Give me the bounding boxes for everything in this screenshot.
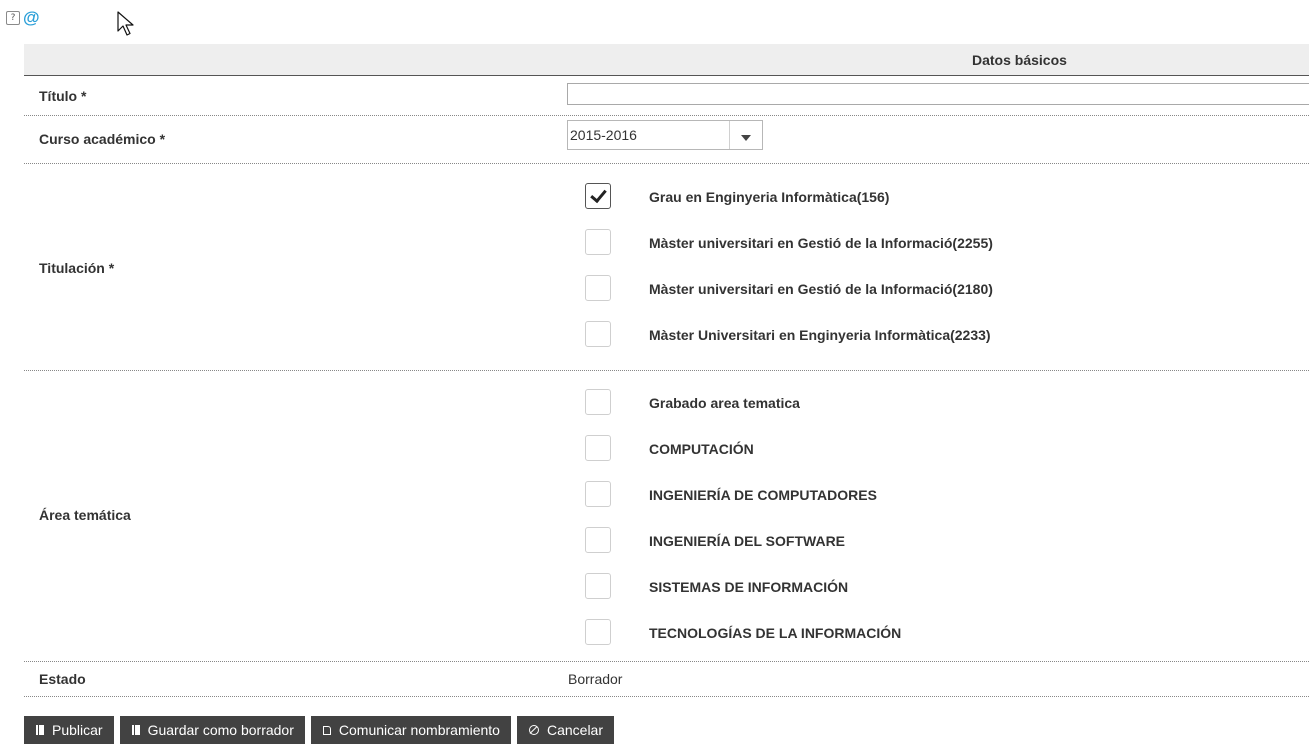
mouse-cursor-icon bbox=[117, 11, 134, 36]
titulacion-option-label: Màster universitari en Gestió de la Info… bbox=[649, 235, 993, 251]
titulo-row: Título * bbox=[24, 76, 1309, 116]
titulacion-label: Titulación * bbox=[39, 260, 115, 276]
area-option-label: Grabado area tematica bbox=[649, 395, 800, 411]
titulo-label: Título * bbox=[39, 88, 87, 104]
help-icon[interactable]: ? bbox=[6, 11, 20, 25]
titulacion-option-label: Màster Universitari en Enginyeria Inform… bbox=[649, 327, 991, 343]
chevron-down-icon[interactable] bbox=[729, 121, 762, 149]
checkbox[interactable] bbox=[585, 275, 611, 301]
checkbox[interactable] bbox=[585, 435, 611, 461]
document-icon bbox=[131, 725, 140, 735]
curso-label: Curso académico * bbox=[39, 131, 166, 147]
checkbox-checked[interactable] bbox=[585, 183, 611, 209]
comunicar-nombramiento-button-label: Comunicar nombramiento bbox=[338, 722, 500, 738]
section-title: Datos básicos bbox=[972, 52, 1067, 68]
titulo-input[interactable] bbox=[567, 83, 1309, 105]
area-row: Área temática Grabado area tematica COMP… bbox=[24, 371, 1309, 662]
checkbox[interactable] bbox=[585, 229, 611, 255]
area-option-label: SISTEMAS DE INFORMACIÓN bbox=[649, 579, 849, 595]
top-icons: ? @ bbox=[6, 9, 40, 26]
area-option[interactable]: Grabado area tematica bbox=[585, 389, 1305, 417]
area-option[interactable]: TECNOLOGÍAS DE LA INFORMACIÓN bbox=[585, 619, 1305, 647]
guardar-borrador-button-label: Guardar como borrador bbox=[147, 722, 294, 738]
comunicar-nombramiento-button[interactable]: Comunicar nombramiento bbox=[310, 716, 511, 744]
area-option[interactable]: INGENIERÍA DE COMPUTADORES bbox=[585, 481, 1305, 509]
area-option[interactable]: SISTEMAS DE INFORMACIÓN bbox=[585, 573, 1305, 601]
checkbox[interactable] bbox=[585, 573, 611, 599]
area-option-label: INGENIERÍA DE COMPUTADORES bbox=[649, 487, 877, 503]
checkbox[interactable] bbox=[585, 619, 611, 645]
section-header: Datos básicos bbox=[24, 44, 1309, 76]
cancelar-button[interactable]: Cancelar bbox=[516, 716, 614, 744]
area-option[interactable]: COMPUTACIÓN bbox=[585, 435, 1305, 463]
area-label: Área temática bbox=[39, 507, 131, 523]
area-option-label: INGENIERÍA DEL SOFTWARE bbox=[649, 533, 846, 549]
checkbox[interactable] bbox=[585, 389, 611, 415]
estado-value: Borrador bbox=[568, 671, 623, 687]
cancelar-button-label: Cancelar bbox=[546, 722, 603, 738]
publicar-button-label: Publicar bbox=[52, 722, 103, 738]
titulacion-option-label: Màster universitari en Gestió de la Info… bbox=[649, 281, 993, 297]
area-option[interactable]: INGENIERÍA DEL SOFTWARE bbox=[585, 527, 1305, 555]
estado-row: Estado Borrador bbox=[24, 662, 1309, 697]
titulacion-option[interactable]: Grau en Enginyeria Informàtica(156) bbox=[585, 183, 1305, 211]
area-option-label: COMPUTACIÓN bbox=[649, 441, 754, 457]
curso-row: Curso académico * 2015-2016 bbox=[24, 116, 1309, 164]
titulacion-option[interactable]: Màster Universitari en Enginyeria Inform… bbox=[585, 321, 1305, 349]
guardar-borrador-button[interactable]: Guardar como borrador bbox=[119, 716, 305, 744]
publicar-button[interactable]: Publicar bbox=[24, 716, 114, 744]
curso-select[interactable]: 2015-2016 bbox=[567, 120, 763, 150]
titulacion-row: Titulación * Grau en Enginyeria Informàt… bbox=[24, 164, 1309, 371]
action-buttons: Publicar Guardar como borrador Comunicar… bbox=[24, 716, 614, 744]
checkbox[interactable] bbox=[585, 321, 611, 347]
estado-label: Estado bbox=[39, 671, 86, 687]
document-icon bbox=[36, 725, 44, 735]
area-option-label: TECNOLOGÍAS DE LA INFORMACIÓN bbox=[649, 625, 902, 641]
checkbox[interactable] bbox=[585, 527, 611, 553]
page-icon bbox=[322, 725, 331, 735]
curso-select-value: 2015-2016 bbox=[570, 127, 637, 143]
ban-icon bbox=[528, 725, 539, 735]
titulacion-option[interactable]: Màster universitari en Gestió de la Info… bbox=[585, 229, 1305, 257]
datos-basicos-form: Datos básicos Título * Curso académico *… bbox=[24, 44, 1309, 697]
checkbox[interactable] bbox=[585, 481, 611, 507]
titulacion-option-label: Grau en Enginyeria Informàtica(156) bbox=[649, 189, 890, 205]
titulacion-option[interactable]: Màster universitari en Gestió de la Info… bbox=[585, 275, 1305, 303]
email-at-icon[interactable]: @ bbox=[23, 9, 40, 26]
